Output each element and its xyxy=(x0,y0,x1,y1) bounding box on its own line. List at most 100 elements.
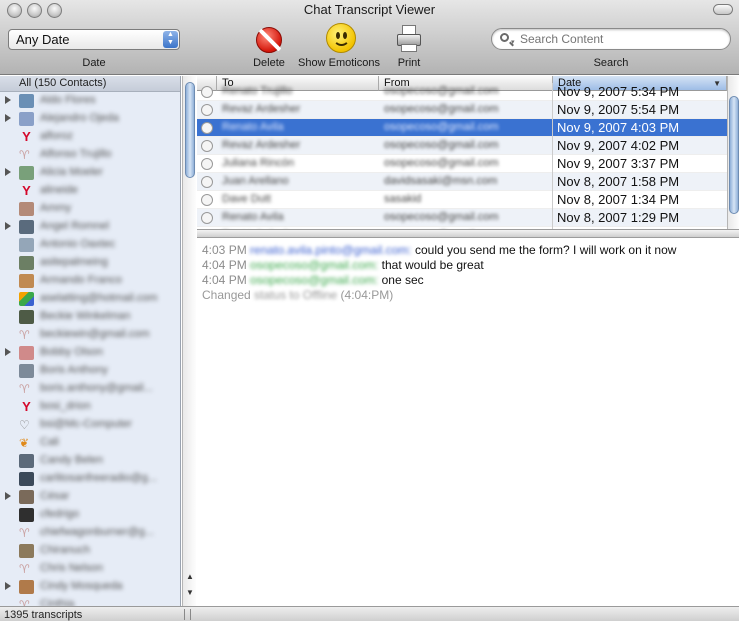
print-button[interactable] xyxy=(393,25,425,55)
avatar xyxy=(19,508,34,522)
table-scroll-thumb[interactable] xyxy=(729,96,739,214)
contact-item[interactable]: César xyxy=(0,488,180,506)
contact-item[interactable]: aselatting@hotmail.com xyxy=(0,290,180,308)
contact-item[interactable]: Chiranuch xyxy=(0,542,180,560)
table-row[interactable]: Revaz Ardesher osopecoso@gmail.com Nov 9, … xyxy=(197,137,727,155)
cell-date: Nov 9, 2007 4:02 PM xyxy=(557,138,680,153)
disclosure-triangle-icon[interactable] xyxy=(5,222,11,230)
avatar xyxy=(19,238,34,252)
cell-to: Juan Arellano xyxy=(222,175,289,187)
contact-name: Ammy xyxy=(40,202,72,214)
contact-name: Alfonso Trujillo xyxy=(40,148,112,160)
avatar xyxy=(19,490,34,504)
splitter-grip-icon[interactable] xyxy=(184,609,191,620)
show-emoticons-button[interactable] xyxy=(324,23,358,55)
disclosure-triangle-icon[interactable] xyxy=(5,96,11,104)
buddy-icon: ♈︎ xyxy=(19,382,30,396)
disclosure-triangle-icon[interactable] xyxy=(5,114,11,122)
table-row[interactable]: Dave Dutt sasakid Nov 8, 2007 1:34 PM xyxy=(197,191,727,209)
contact-item[interactable]: Angel Romnel xyxy=(0,218,180,236)
chat-bubble-icon xyxy=(201,194,213,206)
delete-button[interactable] xyxy=(250,25,288,55)
transcripts-table[interactable]: To From Date ▼ Renato Trujillo osopecoso@… xyxy=(197,76,727,229)
table-row[interactable]: Revaz Ardesher osopecoso@gmail.com Nov 9, … xyxy=(197,101,727,119)
chat-bubble-icon xyxy=(201,104,213,116)
table-scrollbar[interactable] xyxy=(727,76,739,229)
contact-item[interactable]: ♈︎ chiefwagonburner@g... xyxy=(0,524,180,542)
contacts-header[interactable]: All (150 Contacts) xyxy=(0,76,180,92)
table-row[interactable]: Renato Trujillo osopecoso@gmail.com Nov 9,… xyxy=(197,83,727,101)
contact-item[interactable]: Yalineide xyxy=(0,182,180,200)
table-row[interactable]: Juan Arellano davidsasaki@msn.com Nov 8, 2… xyxy=(197,173,727,191)
contact-item[interactable]: ♈︎ Chris Nelson xyxy=(0,560,180,578)
chat-bubble-icon xyxy=(201,176,213,188)
contact-item[interactable]: ❦ Cali xyxy=(0,434,180,452)
pane-splitter[interactable] xyxy=(197,229,739,238)
contact-item[interactable]: ♈︎ Cinthia xyxy=(0,596,180,606)
cell-from: osopecoso@gmail.com xyxy=(384,121,499,133)
avatar xyxy=(19,364,34,378)
contact-item[interactable]: asitepalmeing xyxy=(0,254,180,272)
status-bar: 1395 transcripts xyxy=(0,606,739,621)
cell-from: davidsasaki@msn.com xyxy=(384,175,498,187)
contact-name: Chris Nelson xyxy=(40,562,103,574)
contact-item[interactable]: cfedrigo xyxy=(0,506,180,524)
contact-item[interactable]: Candy Belen xyxy=(0,452,180,470)
contact-item[interactable]: carlitosanfreeradio@g... xyxy=(0,470,180,488)
smiley-icon xyxy=(326,23,356,53)
contact-item[interactable]: ♈︎ Alfonso Trujillo xyxy=(0,146,180,164)
column-divider xyxy=(552,209,553,227)
search-input[interactable] xyxy=(520,31,720,47)
message-text: that would be great xyxy=(378,258,484,272)
avatar xyxy=(19,472,34,486)
date-filter-value: Any Date xyxy=(16,32,70,47)
disclosure-triangle-icon[interactable] xyxy=(5,492,11,500)
scroll-up-arrow-icon[interactable]: ▲ xyxy=(186,572,194,581)
scroll-down-arrow-icon[interactable]: ▼ xyxy=(186,588,194,597)
contact-name: Beckie Winkelman xyxy=(40,310,131,322)
table-row[interactable]: Juliana Rincón osopecoso@gmail.com Nov 9, … xyxy=(197,155,727,173)
avatar xyxy=(19,454,34,468)
contact-item[interactable]: ♈︎ boris.anthony@gmail... xyxy=(0,380,180,398)
date-filter-select[interactable]: Any Date ▲ ▼ xyxy=(8,29,180,50)
contacts-scroll-thumb[interactable] xyxy=(185,82,195,178)
contact-item[interactable]: Bobby Olson xyxy=(0,344,180,362)
contact-item[interactable]: Armando Franco xyxy=(0,272,180,290)
column-divider xyxy=(552,191,553,209)
contact-item[interactable]: ♈︎ beckiewin@gmail.com xyxy=(0,326,180,344)
disclosure-triangle-icon[interactable] xyxy=(5,582,11,590)
disclosure-triangle-icon[interactable] xyxy=(5,168,11,176)
contact-item[interactable]: Alejandro Ojeda xyxy=(0,110,180,128)
contact-name: César xyxy=(40,490,70,502)
table-row[interactable]: Renato Avila osopecoso@gmail.com Nov 9, 20… xyxy=(197,119,727,137)
contact-name: Cinthia xyxy=(40,598,75,606)
date-filter-label: Date xyxy=(82,57,106,69)
disclosure-triangle-icon[interactable] xyxy=(5,348,11,356)
contact-name: alineide xyxy=(40,184,78,196)
avatar xyxy=(19,166,34,180)
transcript-view[interactable]: 4:03 PM renato.avila.pinto@gmail.com: co… xyxy=(197,239,739,606)
delete-icon xyxy=(256,27,282,53)
table-row[interactable]: Renato Avila osopecoso@gmail.com Nov 8, 20… xyxy=(197,209,727,227)
contact-name: chiefwagonburner@g... xyxy=(40,526,154,538)
contact-item[interactable]: Antonio Oaxtec xyxy=(0,236,180,254)
contact-item[interactable]: Beckie Winkelman xyxy=(0,308,180,326)
buddy-icon: ♈︎ xyxy=(19,328,30,342)
search-field[interactable]: ▾ xyxy=(491,28,731,50)
contact-item[interactable]: ♡ bsi@Mc-Computer xyxy=(0,416,180,434)
contact-item[interactable]: Yalforoz xyxy=(0,128,180,146)
contacts-list[interactable]: All (150 Contacts) Aldo Flores Alejandro … xyxy=(0,76,181,606)
yahoo-icon: Y xyxy=(22,129,31,144)
contact-item[interactable]: Ammy xyxy=(0,200,180,218)
contact-item[interactable]: Cindy Mosqueda xyxy=(0,578,180,596)
contact-item[interactable]: Alicia Moeler xyxy=(0,164,180,182)
contacts-scrollbar[interactable]: ▲ ▼ xyxy=(182,76,196,606)
search-menu-caret-icon[interactable]: ▾ xyxy=(511,38,515,46)
contact-item[interactable]: Aldo Flores xyxy=(0,92,180,110)
column-divider xyxy=(552,173,553,191)
column-divider xyxy=(552,137,553,155)
cell-date: Nov 9, 2007 4:03 PM xyxy=(557,120,680,135)
contact-item[interactable]: Boris Anthony xyxy=(0,362,180,380)
contact-item[interactable]: Ybosi_drion xyxy=(0,398,180,416)
cell-date: Nov 8, 2007 1:29 PM xyxy=(557,210,680,225)
